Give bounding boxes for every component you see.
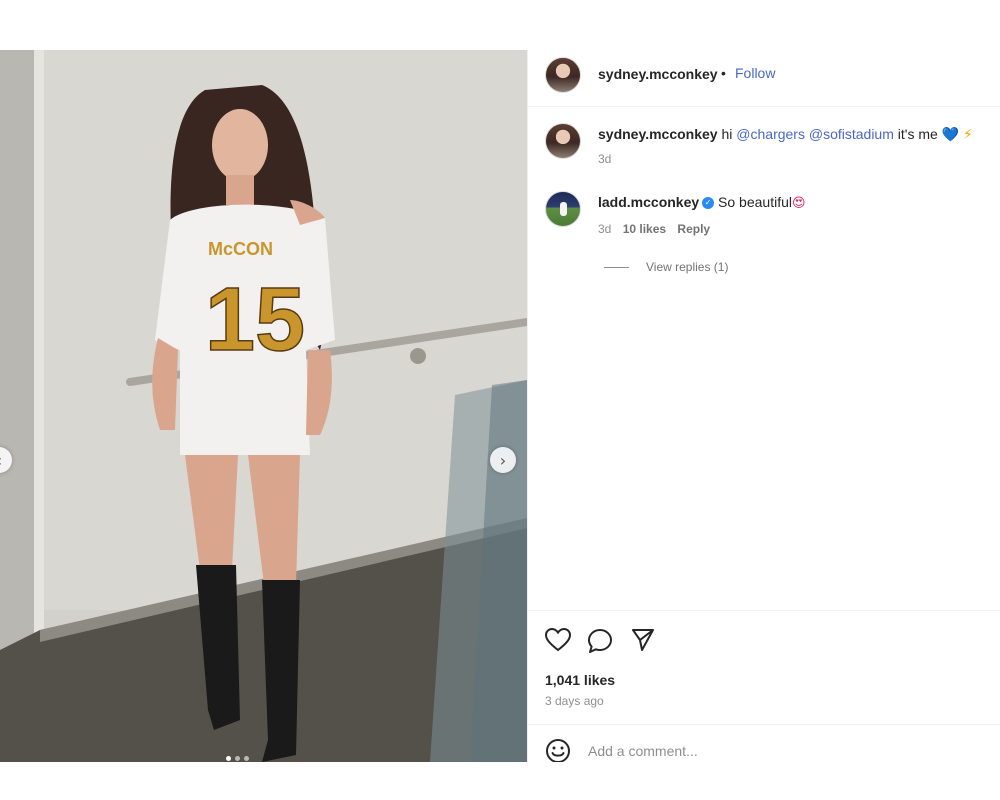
post-photo[interactable]: McCON 15 ‹ ›	[0, 50, 527, 762]
separator-dot: •	[721, 65, 726, 81]
carousel-dot	[226, 756, 231, 761]
caption-username[interactable]: sydney.mcconkey	[598, 126, 718, 142]
comment-text: So beautiful	[718, 194, 792, 210]
lightning-emoji: ⚡	[963, 127, 973, 143]
verified-badge-icon: ✓	[702, 197, 715, 210]
comment-time[interactable]: 3d	[598, 222, 611, 236]
comment: ladd.mcconkey ✓ So beautiful😍	[598, 194, 806, 211]
avatar[interactable]	[545, 191, 581, 227]
blue-heart-emoji: 💙	[941, 127, 960, 143]
carousel-dot	[244, 756, 249, 761]
caption-text: hi	[721, 126, 733, 142]
likes-count[interactable]: 1,041 likes	[545, 672, 615, 688]
avatar[interactable]	[545, 57, 581, 93]
add-comment-input[interactable]: Add a comment...	[588, 743, 698, 759]
view-replies-button[interactable]: View replies (1)	[646, 260, 728, 274]
post-header: sydney.mcconkey • Follow	[528, 50, 1000, 107]
speech-bubble-icon[interactable]	[587, 628, 613, 654]
avatar[interactable]	[545, 123, 581, 159]
posted-time: 3 days ago	[545, 694, 604, 708]
carousel-dots	[226, 756, 249, 761]
caption-text: it's me	[897, 126, 938, 142]
mention-link[interactable]: @chargers	[736, 126, 805, 142]
comment-username[interactable]: ladd.mcconkey	[598, 194, 699, 210]
view-replies-line	[604, 267, 629, 268]
reply-button[interactable]: Reply	[677, 222, 710, 236]
paper-plane-icon[interactable]	[631, 628, 655, 652]
caption: sydney.mcconkey hi @chargers @sofistadiu…	[598, 126, 973, 143]
divider	[528, 724, 1000, 725]
comment-meta: 3d 10 likes Reply	[598, 222, 710, 236]
heart-outline-icon[interactable]	[545, 628, 571, 652]
smiley-icon[interactable]	[545, 738, 571, 764]
author-username[interactable]: sydney.mcconkey	[598, 66, 718, 82]
follow-button[interactable]: Follow	[735, 65, 775, 81]
top-margin	[0, 0, 1000, 50]
carousel-dot	[235, 756, 240, 761]
photo-illustration: McCON 15	[0, 50, 527, 762]
caption-time[interactable]: 3d	[598, 152, 611, 166]
bottom-margin	[0, 762, 1000, 800]
jersey-name-text: McCON	[208, 239, 273, 259]
divider	[528, 610, 1000, 611]
mention-link[interactable]: @sofistadium	[809, 126, 894, 142]
chevron-right-icon[interactable]: ›	[490, 447, 516, 473]
comment-likes[interactable]: 10 likes	[623, 222, 666, 236]
post-details-panel: sydney.mcconkey • Follow sydney.mcconkey…	[527, 50, 1000, 764]
heart-eyes-emoji: 😍	[792, 196, 806, 211]
jersey-number-text: 15	[205, 270, 305, 370]
